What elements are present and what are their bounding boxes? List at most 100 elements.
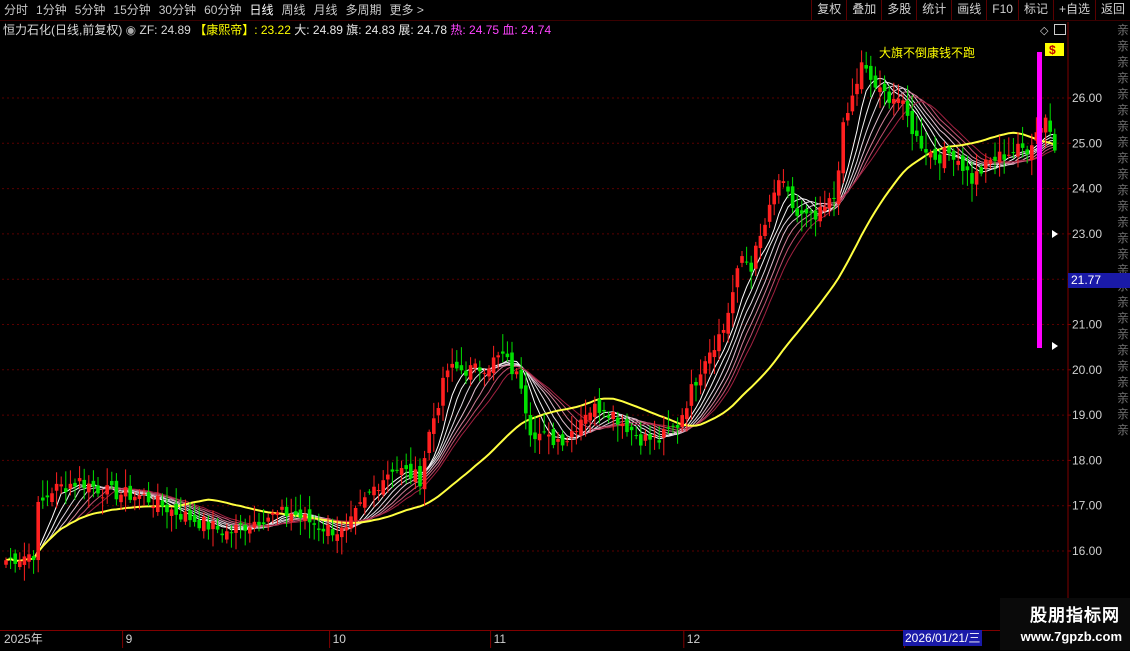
candle-body [864, 65, 868, 69]
candle-body [1030, 145, 1034, 160]
candle-body [243, 524, 247, 531]
candle-body [1053, 134, 1057, 151]
candle-body [252, 521, 257, 528]
candle-body [151, 506, 155, 509]
candle-body [206, 521, 211, 530]
candle-body [988, 159, 993, 164]
candle-body [197, 519, 201, 529]
candle-body [643, 434, 648, 441]
candle-body [376, 490, 381, 492]
candle-body [468, 365, 473, 380]
candle-body [96, 485, 100, 494]
candle-body [491, 357, 496, 374]
arrow-marker [1052, 342, 1058, 350]
candle-body [533, 432, 537, 440]
candle-body [335, 534, 339, 541]
candle-body [303, 513, 307, 522]
candle-body [680, 415, 684, 428]
candle-body [726, 312, 730, 334]
candle-body [818, 206, 822, 222]
candle-body [482, 372, 487, 374]
candle-body [542, 431, 546, 433]
candle-body [330, 529, 335, 536]
candle-body [349, 516, 353, 529]
right-info-strip: 亲亲亲亲亲亲亲亲亲亲亲亲亲亲亲亲亲亲亲亲亲亲亲亲亲亲 [1117, 23, 1130, 437]
candle-body [827, 198, 832, 209]
candle-body [740, 256, 744, 263]
candle-body [386, 474, 390, 480]
candle-body [156, 495, 160, 513]
ma-ribbon-line [5, 85, 1055, 562]
candle-body [882, 83, 887, 92]
candle-body [731, 292, 735, 314]
candle-body [836, 170, 841, 205]
candle-body [634, 435, 638, 437]
candle-body [528, 415, 533, 436]
candle-body [165, 504, 169, 513]
candle-body [381, 480, 385, 495]
candle-body [620, 423, 625, 427]
candle-body [763, 224, 767, 236]
price-tick-label: 26.00 [1072, 91, 1102, 105]
candle-body [317, 528, 321, 530]
watermark: 股朋指标网 www.7gpzb.com [1000, 598, 1130, 650]
price-tick-label: 25.00 [1072, 136, 1102, 150]
candle-body [344, 527, 349, 531]
candle-body [708, 352, 712, 364]
candle-body [326, 524, 330, 537]
candle-body [639, 434, 643, 446]
candle-body [1016, 143, 1020, 157]
candle-body [938, 154, 942, 164]
candle-body [27, 554, 31, 562]
candle-body [905, 100, 910, 116]
candle-body [455, 361, 459, 369]
price-tick-label: 24.00 [1072, 182, 1102, 196]
candle-body [464, 370, 468, 376]
candle-body [735, 268, 740, 288]
candle-body [878, 87, 882, 93]
candle-body [450, 363, 454, 368]
candle-body [413, 469, 418, 483]
candle-body [77, 478, 82, 482]
candle-body [266, 517, 270, 522]
chart-annotation: 大旗不倒康钱不跑 [879, 46, 976, 60]
candle-body [841, 122, 845, 174]
candle-body [804, 208, 809, 214]
signal-marker-bar [1037, 52, 1042, 348]
candle-body [754, 245, 758, 269]
candle-body [873, 75, 878, 88]
candle-body [625, 419, 629, 433]
candle-body [1020, 143, 1025, 148]
candle-body [974, 171, 979, 185]
candle-body [947, 147, 951, 154]
candle-body [547, 434, 551, 437]
candle-body [188, 510, 192, 521]
candle-body [997, 151, 1002, 163]
candle-body [169, 509, 174, 516]
candle-body [616, 417, 620, 425]
current-price-label: 21.77 [1068, 273, 1130, 288]
candle-body [662, 429, 666, 438]
candle-body [445, 370, 450, 378]
ma-ribbon-line [5, 95, 1055, 562]
candle-body [436, 408, 441, 416]
candle-body [606, 415, 611, 418]
candle-body [105, 485, 109, 495]
candle-body [353, 507, 358, 521]
candlestick-chart[interactable]: 16.0017.0018.0019.0020.0021.0022.0023.00… [0, 0, 1130, 650]
candle-body [767, 204, 772, 222]
candle-body [312, 523, 316, 525]
candle-body [896, 98, 901, 104]
candle-body [501, 351, 505, 354]
watermark-url: www.7gpzb.com [1020, 629, 1122, 644]
candle-body [22, 556, 27, 565]
candle-body [855, 83, 859, 95]
cursor-date-label: 2026/01/21/三 [903, 630, 983, 646]
price-tick-label: 17.00 [1072, 499, 1102, 513]
candle-body [749, 262, 753, 272]
candle-body [1025, 149, 1029, 155]
candle-body [119, 494, 123, 503]
candle-body [280, 506, 284, 510]
candle-body [340, 527, 344, 538]
candle-body [579, 419, 583, 436]
